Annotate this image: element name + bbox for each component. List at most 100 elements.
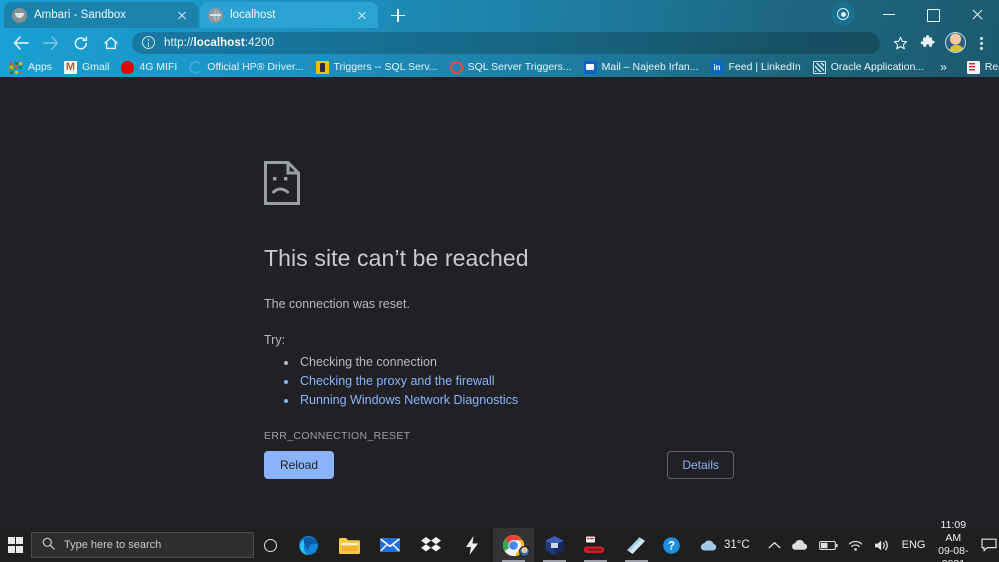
battery-icon[interactable] (814, 540, 843, 551)
taskbar-app-onenote[interactable] (616, 528, 657, 562)
browser-toolbar: http://localhost:4200 (0, 28, 999, 57)
bookmark-label: Official HP® Driver... (207, 61, 304, 73)
bookmark-hp-driver[interactable]: Official HP® Driver... (183, 58, 309, 76)
ambari-favicon (12, 7, 27, 23)
bookmark-gmail[interactable]: Gmail (58, 58, 115, 76)
error-message: The connection was reset. (264, 297, 410, 311)
taskbar-app-virtualbox[interactable] (534, 528, 575, 562)
suggestion-network-diagnostics[interactable]: Running Windows Network Diagnostics (298, 391, 784, 410)
tab-close-icon[interactable] (354, 7, 370, 23)
url-text: http://localhost:4200 (164, 36, 275, 49)
tab-localhost[interactable]: localhost (200, 2, 378, 28)
bookmark-linkedin[interactable]: Feed | LinkedIn (705, 58, 807, 76)
error-try-label: Try: (264, 333, 286, 347)
bookmark-mail[interactable]: Mail – Najeeb Irfan... (578, 58, 705, 76)
reload-button[interactable] (66, 30, 96, 56)
browser-menu-icon[interactable] (969, 30, 993, 56)
bookmark-label: Apps (28, 61, 52, 73)
bookmark-label: SQL Server Triggers... (467, 61, 572, 73)
language-indicator[interactable]: ENG (896, 539, 932, 551)
gmail-icon (63, 60, 77, 74)
forward-button[interactable] (36, 30, 66, 56)
new-tab-button[interactable] (386, 4, 410, 26)
ssms-icon (449, 60, 463, 74)
search-icon (42, 537, 55, 553)
bookmark-sql-triggers[interactable]: Triggers -- SQL Serv... (310, 58, 444, 76)
bookmark-label: Feed | LinkedIn (728, 61, 801, 73)
minimize-button[interactable] (867, 0, 911, 28)
error-page: This site can’t be reached The connectio… (264, 161, 784, 479)
outlook-icon (583, 60, 597, 74)
sql-triggers-icon (315, 60, 329, 74)
profile-badge-icon[interactable] (831, 2, 855, 26)
suggestion-check-connection: Checking the connection (298, 353, 784, 372)
apps-grid-icon (10, 61, 23, 74)
speaker-icon[interactable] (869, 539, 896, 552)
onedrive-icon[interactable] (786, 539, 814, 551)
page-viewport: This site can’t be reached The connectio… (0, 77, 999, 528)
bookmark-label: 4G MIFI (139, 61, 178, 73)
taskbar-app-mail[interactable] (370, 528, 411, 562)
details-button[interactable]: Details (667, 451, 734, 479)
suggestion-check-proxy-firewall[interactable]: Checking the proxy and the firewall (298, 372, 784, 391)
profile-avatar[interactable] (945, 32, 966, 53)
linkedin-icon (710, 60, 724, 74)
clock-time: 11:09 AM (940, 519, 967, 544)
tab-ambari-sandbox[interactable]: Ambari - Sandbox (4, 2, 198, 28)
tab-close-icon[interactable] (174, 7, 190, 23)
error-heading: This site can’t be reached (264, 245, 529, 271)
oracle-icon (812, 60, 826, 74)
reload-button[interactable]: Reload (264, 451, 335, 479)
system-tray: ? 31°C ENG 11:09 AM 09-08- (657, 519, 999, 562)
action-center-icon[interactable] (979, 528, 999, 562)
bookmark-apps[interactable]: Apps (4, 58, 58, 76)
windows-taskbar: Type here to search ? 31°C ENG 11:09 AM … (0, 519, 999, 562)
bookmark-sql-server-triggers[interactable]: SQL Server Triggers... (444, 58, 578, 76)
cortana-icon (264, 538, 278, 552)
browser-chrome: Ambari - Sandbox localhost http://localh… (0, 0, 999, 77)
cortana-button[interactable] (254, 528, 288, 562)
bookmark-4g-mifi[interactable]: 4G MIFI (115, 58, 183, 76)
taskbar-app-file-explorer[interactable] (329, 528, 370, 562)
taskbar-app-dropbox[interactable] (411, 528, 452, 562)
airtel-icon (121, 60, 135, 74)
maximize-button[interactable] (911, 0, 955, 28)
address-bar[interactable]: http://localhost:4200 (132, 31, 880, 54)
help-icon[interactable]: ? (657, 536, 686, 555)
site-info-icon[interactable] (142, 36, 155, 49)
reading-list-icon (966, 60, 980, 74)
home-button[interactable] (96, 30, 126, 56)
taskbar-app-oracle[interactable] (575, 528, 616, 562)
bookmarks-bar: Apps Gmail 4G MIFI Official HP® Driver..… (0, 57, 999, 77)
bookmark-oracle[interactable]: Oracle Application... (807, 58, 930, 76)
show-hidden-icons-button[interactable] (763, 541, 786, 550)
bookmarks-overflow-button[interactable]: » (930, 60, 957, 74)
close-window-button[interactable] (955, 0, 999, 28)
tab-strip: Ambari - Sandbox localhost (0, 0, 999, 28)
sad-page-icon (264, 161, 300, 205)
reading-list-button[interactable]: Reading list (957, 58, 999, 76)
wifi-icon[interactable] (843, 539, 869, 552)
taskbar-app-lightning[interactable] (452, 528, 493, 562)
desktop-screen: Ambari - Sandbox localhost http://localh… (0, 0, 999, 562)
taskbar-app-microsoft-edge[interactable] (288, 528, 329, 562)
clock[interactable]: 11:09 AM 09-08-2021 (932, 519, 980, 562)
search-placeholder: Type here to search (64, 539, 162, 551)
bookmark-label: Oracle Application... (830, 61, 925, 73)
back-button[interactable] (6, 30, 36, 56)
windows-start-icon (7, 537, 24, 553)
chrome-browser-window: Ambari - Sandbox localhost http://localh… (0, 0, 999, 528)
profile-dot-icon (837, 8, 849, 20)
toolbar-right-actions (886, 30, 993, 56)
taskbar-search-input[interactable]: Type here to search (31, 532, 254, 558)
weather-widget[interactable]: 31°C (686, 539, 763, 552)
bookmark-star-icon[interactable] (886, 30, 914, 56)
extensions-puzzle-icon[interactable] (914, 30, 942, 56)
reading-list-label: Reading list (984, 61, 999, 73)
tab-title: localhost (230, 9, 276, 21)
start-button[interactable] (0, 528, 31, 562)
bookmark-label: Mail – Najeeb Irfan... (601, 61, 699, 73)
taskbar-app-google-chrome[interactable] (492, 528, 534, 562)
taskbar-apps (288, 528, 657, 562)
temperature-label: 31°C (723, 539, 750, 551)
